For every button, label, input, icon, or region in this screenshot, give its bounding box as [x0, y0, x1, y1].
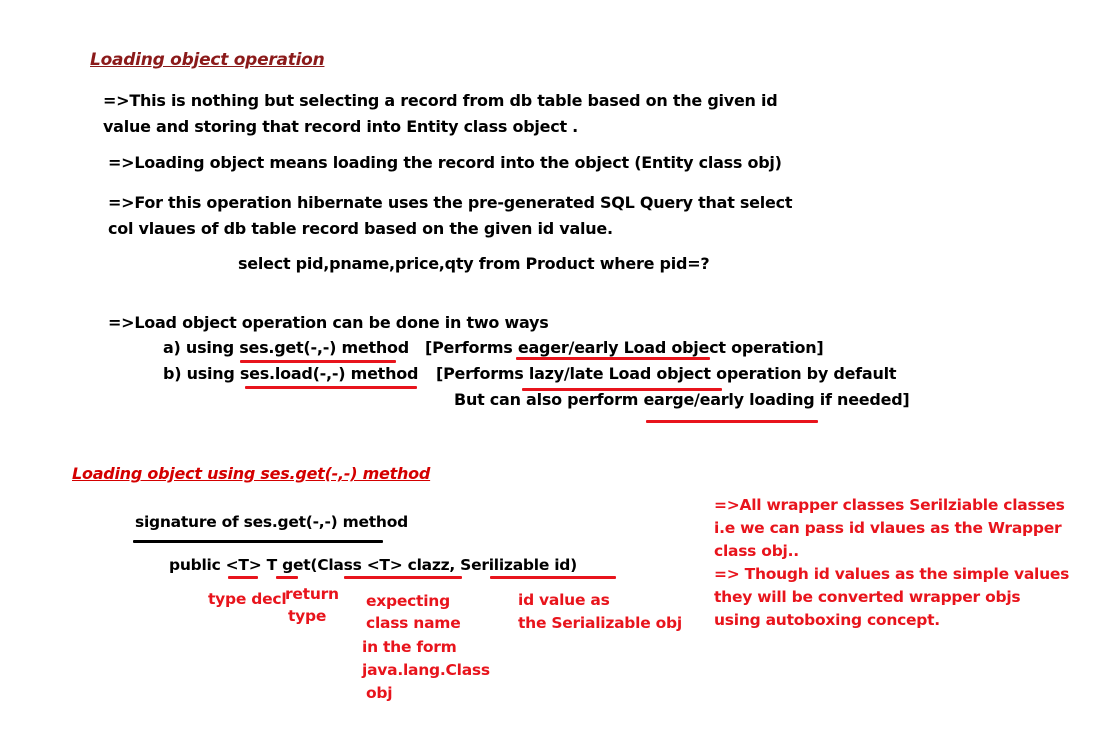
paragraph-1-line-1: =>This is nothing but selecting a record… — [103, 91, 778, 110]
side-note-line-4: => Though id values as the simple values — [714, 565, 1070, 583]
underline-lazy-late — [522, 388, 722, 391]
underline-ses-load — [245, 386, 417, 389]
signature-divider — [133, 540, 383, 543]
section-heading-loading-object: Loading object operation — [90, 50, 325, 70]
annotation-type-decl: type decl — [208, 590, 287, 608]
side-note-line-1: =>All wrapper classes Serilziable classe… — [714, 496, 1065, 514]
paragraph-3-line-1: =>For this operation hibernate uses the … — [108, 193, 793, 212]
annotation-expecting-line-3: in the form — [362, 638, 457, 656]
underline-type-param — [228, 576, 258, 579]
annotation-id-value-line-1: id value as — [518, 591, 610, 609]
way-a-text: a) using ses.get(-,-) method — [163, 338, 409, 357]
underline-eager-early — [516, 357, 710, 360]
underline-return-type — [276, 576, 298, 579]
underline-ses-get — [240, 360, 396, 363]
side-note-line-2: i.e we can pass id vlaues as the Wrapper — [714, 519, 1062, 537]
annotation-expecting-line-5: obj — [366, 684, 393, 702]
side-note-line-5: they will be converted wrapper objs — [714, 588, 1021, 606]
annotation-expecting-line-1: expecting — [366, 592, 450, 610]
way-b-note: [Performs lazy/late Load object operatio… — [436, 364, 897, 383]
annotation-expecting-line-4: java.lang.Class — [362, 661, 490, 679]
paragraph-3-line-2: col vlaues of db table record based on t… — [108, 219, 613, 238]
annotation-return-line-2: type — [288, 607, 327, 625]
signature-label: signature of ses.get(-,-) method — [135, 513, 408, 531]
signature-code: public <T> T get(Class <T> clazz, Serili… — [169, 556, 577, 574]
underline-earge-early — [646, 420, 818, 423]
ways-intro: =>Load object operation can be done in t… — [108, 313, 549, 332]
section-heading-ses-get: Loading object using ses.get(-,-) method — [72, 464, 431, 483]
side-note-line-6: using autoboxing concept. — [714, 611, 940, 629]
annotation-expecting-line-2: class name — [366, 614, 461, 632]
underline-class-param — [344, 576, 462, 579]
paragraph-1-line-2: value and storing that record into Entit… — [103, 117, 579, 136]
side-note-line-3: class obj.. — [714, 542, 799, 560]
annotation-return-line-1: return — [285, 585, 339, 603]
sql-query: select pid,pname,price,qty from Product … — [238, 254, 710, 273]
way-a-note: [Performs eager/early Load object operat… — [425, 338, 824, 357]
annotation-id-value-line-2: the Serializable obj — [518, 614, 682, 632]
paragraph-2: =>Loading object means loading the recor… — [108, 153, 782, 172]
side-note: =>All wrapper classes Serilziable classe… — [714, 494, 1069, 632]
underline-id-param — [490, 576, 616, 579]
way-b-text: b) using ses.load(-,-) method — [163, 364, 419, 383]
way-b-note-continued: But can also perform earge/early loading… — [454, 390, 910, 409]
